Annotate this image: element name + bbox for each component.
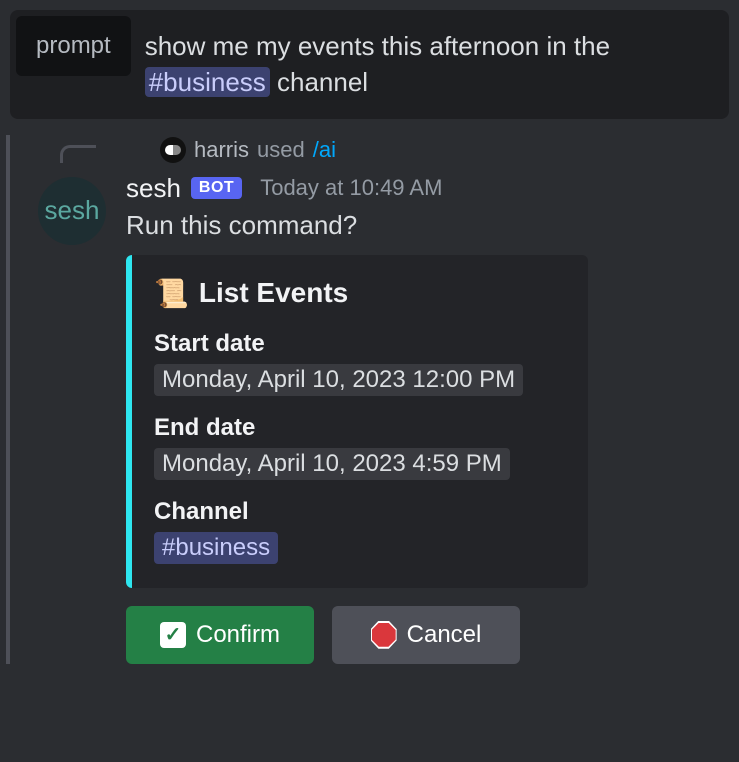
field-value: Monday, April 10, 2023 12:00 PM	[154, 364, 523, 396]
reply-command[interactable]: /ai	[313, 137, 336, 163]
embed-body: 📜 List Events Start date Monday, April 1…	[126, 255, 588, 588]
message-area: harris used /ai sesh sesh BOT Today at 1…	[6, 135, 739, 664]
avatar-glyph	[165, 145, 181, 155]
field-value: Monday, April 10, 2023 4:59 PM	[154, 448, 510, 480]
prompt-text: show me my events this afternoon in the …	[137, 10, 729, 119]
message-content: sesh BOT Today at 10:49 AM Run this comm…	[126, 173, 739, 664]
embed: 📜 List Events Start date Monday, April 1…	[126, 255, 588, 588]
reply-content: harris used /ai	[160, 137, 336, 163]
stop-icon	[371, 622, 397, 648]
reply-avatar[interactable]	[160, 137, 186, 163]
reply-reference: harris used /ai	[88, 135, 739, 163]
prompt-bar: prompt show me my events this afternoon …	[10, 10, 729, 119]
field-label: Start date	[154, 330, 566, 358]
field-label: End date	[154, 414, 566, 442]
field-end-date: End date Monday, April 10, 2023 4:59 PM	[154, 414, 566, 480]
embed-title: List Events	[199, 277, 348, 309]
field-channel: Channel #business	[154, 498, 566, 564]
bot-avatar[interactable]: sesh	[38, 177, 106, 245]
message-header: sesh BOT Today at 10:49 AM	[126, 173, 739, 204]
check-icon: ✓	[160, 622, 186, 648]
cancel-button[interactable]: Cancel	[332, 606, 520, 664]
field-start-date: Start date Monday, April 10, 2023 12:00 …	[154, 330, 566, 396]
cancel-label: Cancel	[407, 621, 482, 649]
field-label: Channel	[154, 498, 566, 526]
reply-username[interactable]: harris	[194, 137, 249, 163]
prompt-label: prompt	[16, 16, 131, 76]
button-row: ✓ Confirm Cancel	[126, 606, 739, 664]
bot-name[interactable]: sesh	[126, 173, 181, 204]
message-text: Run this command?	[126, 210, 739, 241]
reply-used-text: used	[257, 137, 305, 163]
confirm-button[interactable]: ✓ Confirm	[126, 606, 314, 664]
prompt-text-after: channel	[270, 67, 368, 97]
bot-avatar-text: sesh	[45, 195, 100, 226]
bot-badge: BOT	[191, 177, 242, 199]
message-row: sesh sesh BOT Today at 10:49 AM Run this…	[10, 173, 739, 664]
embed-title-row: 📜 List Events	[154, 277, 566, 310]
reply-curve	[60, 145, 96, 163]
channel-mention[interactable]: #business	[154, 532, 278, 564]
timestamp: Today at 10:49 AM	[260, 175, 442, 201]
channel-mention[interactable]: #business	[145, 67, 270, 97]
scroll-icon: 📜	[154, 277, 189, 310]
confirm-label: Confirm	[196, 621, 280, 649]
prompt-text-before: show me my events this afternoon in the	[145, 31, 610, 61]
